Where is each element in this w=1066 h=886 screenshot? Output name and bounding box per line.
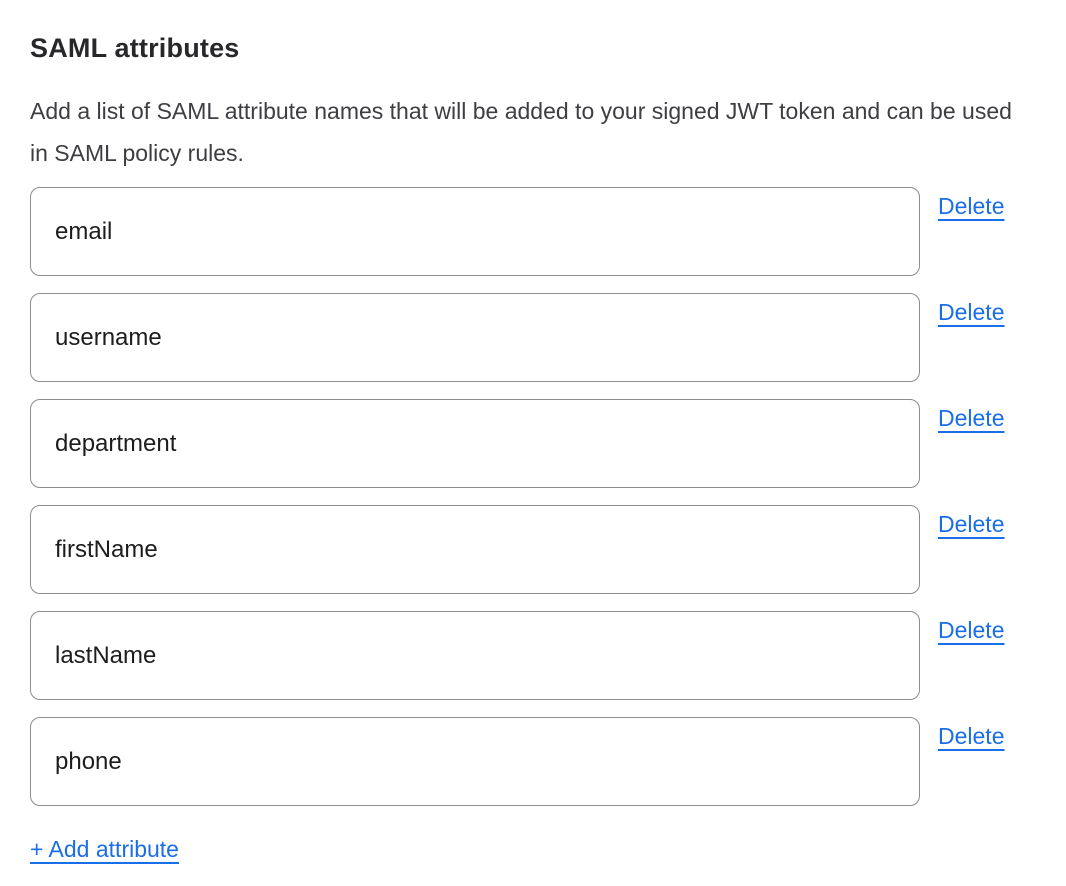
delete-attribute-link[interactable]: Delete	[938, 299, 1004, 326]
saml-attribute-input[interactable]	[30, 399, 920, 488]
delete-attribute-link[interactable]: Delete	[938, 511, 1004, 538]
attribute-row: Delete	[30, 399, 1036, 488]
delete-attribute-link[interactable]: Delete	[938, 723, 1004, 750]
section-description: Add a list of SAML attribute names that …	[30, 90, 1036, 174]
saml-attribute-input[interactable]	[30, 717, 920, 806]
saml-attribute-input[interactable]	[30, 505, 920, 594]
page-title: SAML attributes	[30, 33, 1036, 64]
delete-attribute-link[interactable]: Delete	[938, 405, 1004, 432]
saml-attribute-input[interactable]	[30, 611, 920, 700]
saml-attributes-section: SAML attributes Add a list of SAML attri…	[0, 0, 1066, 863]
saml-attribute-input[interactable]	[30, 293, 920, 382]
delete-attribute-link[interactable]: Delete	[938, 193, 1004, 220]
attribute-row: Delete	[30, 717, 1036, 806]
attribute-row: Delete	[30, 293, 1036, 382]
add-attribute-link[interactable]: + Add attribute	[30, 836, 179, 863]
attribute-row: Delete	[30, 611, 1036, 700]
delete-attribute-link[interactable]: Delete	[938, 617, 1004, 644]
saml-attribute-input[interactable]	[30, 187, 920, 276]
attribute-row: Delete	[30, 187, 1036, 276]
attribute-row: Delete	[30, 505, 1036, 594]
